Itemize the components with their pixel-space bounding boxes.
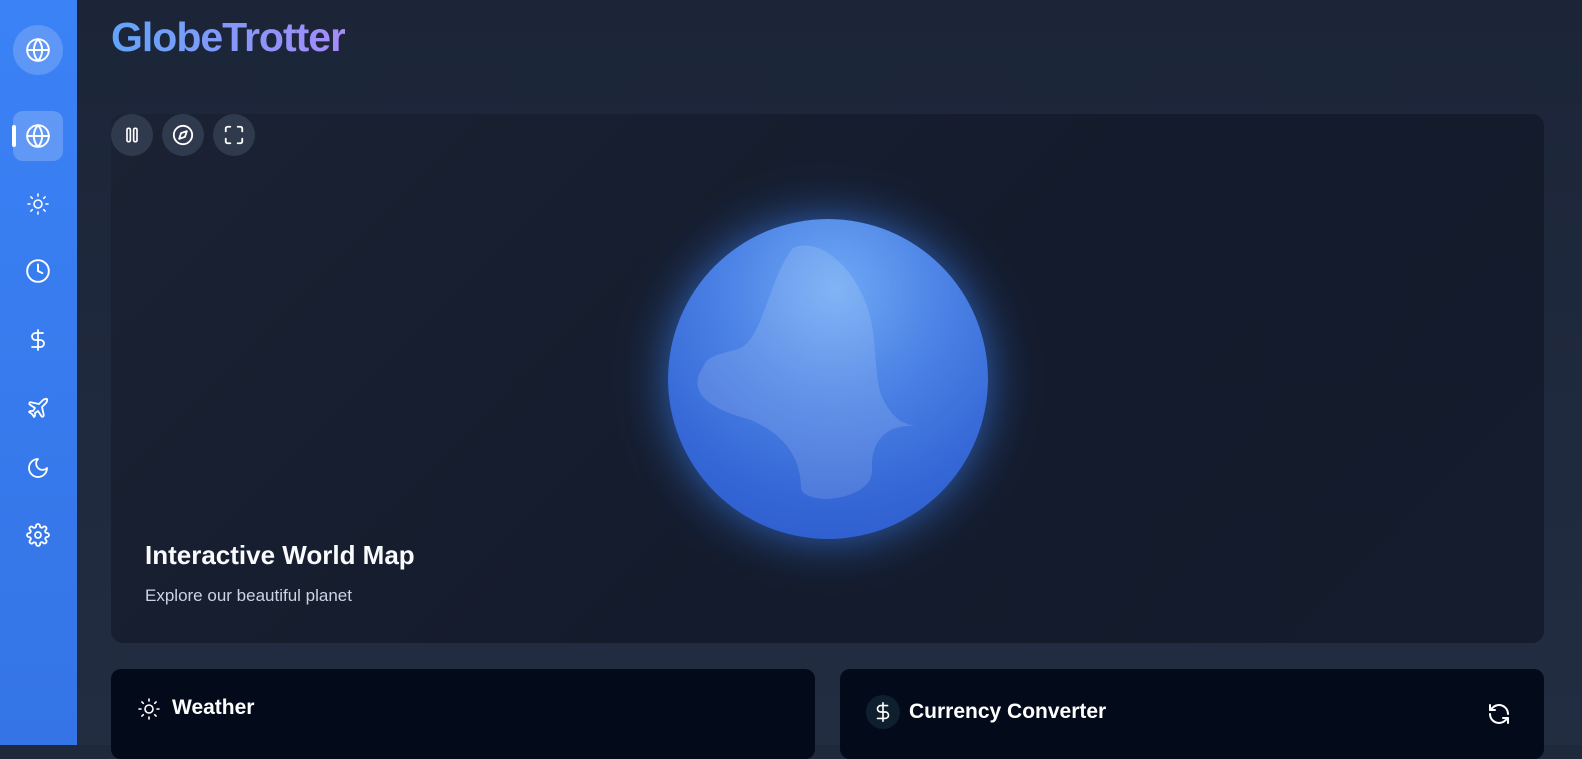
fullscreen-icon (224, 125, 244, 145)
map-subtitle: Explore our beautiful planet (145, 586, 352, 605)
dollar-icon (876, 702, 890, 722)
plane-icon (28, 397, 49, 418)
dollar-icon-badge (866, 695, 900, 729)
sun-icon (27, 193, 49, 215)
sidebar-item-time[interactable] (13, 246, 63, 296)
brand-title: GlobeTrotter (111, 14, 346, 60)
world-map-card[interactable]: Interactive World Map Explore our beauti… (111, 114, 1544, 643)
compass-button[interactable] (162, 114, 204, 156)
weather-title: Weather (172, 696, 255, 719)
main-content: GlobeTrotter Interactive World Map Explo… (77, 0, 1582, 759)
globe-icon (26, 124, 50, 148)
refresh-button[interactable] (1484, 699, 1514, 729)
sidebar (0, 0, 77, 745)
sidebar-item-weather[interactable] (13, 179, 63, 229)
gear-icon (26, 523, 50, 547)
sidebar-item-settings[interactable] (13, 510, 63, 560)
sidebar-item-currency[interactable] (13, 315, 63, 365)
continent-shape (697, 245, 916, 499)
sidebar-item-flights[interactable] (13, 383, 63, 433)
sun-icon (138, 698, 160, 720)
clock-icon (26, 259, 50, 283)
sidebar-item-theme[interactable] (13, 443, 63, 493)
map-title: Interactive World Map (145, 540, 415, 570)
globe-icon (26, 38, 50, 62)
moon-icon (28, 458, 48, 478)
dollar-icon (31, 329, 45, 351)
refresh-icon (1489, 704, 1509, 724)
weather-panel: Weather (111, 669, 815, 759)
fullscreen-button[interactable] (213, 114, 255, 156)
pause-button[interactable] (111, 114, 153, 156)
globe (668, 219, 988, 539)
globe-visual[interactable] (608, 159, 1048, 599)
app-logo[interactable] (13, 25, 63, 75)
compass-icon (172, 124, 194, 146)
sidebar-item-map[interactable] (12, 111, 63, 161)
currency-title: Currency Converter (909, 700, 1107, 723)
currency-panel: Currency Converter (840, 669, 1544, 759)
pause-icon (126, 127, 138, 143)
